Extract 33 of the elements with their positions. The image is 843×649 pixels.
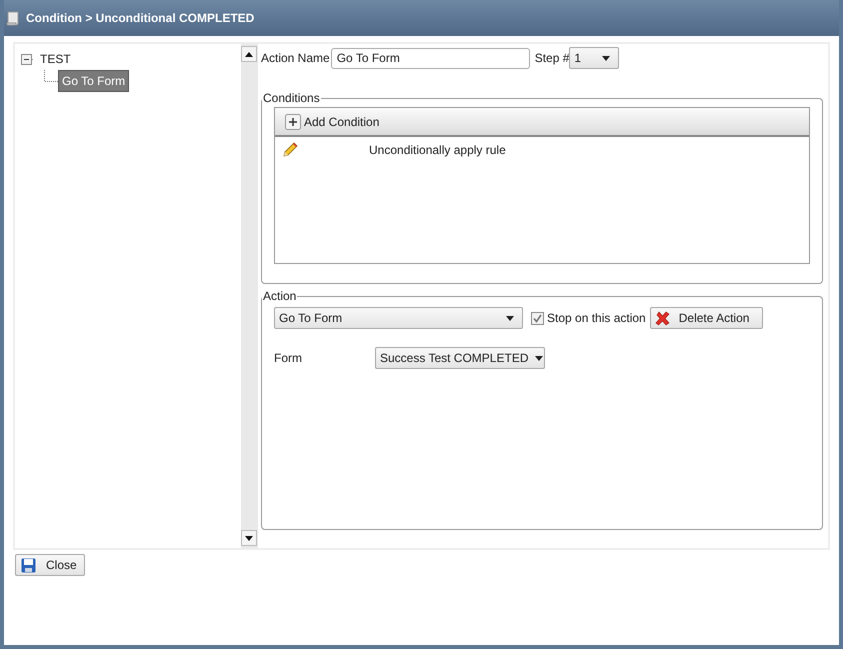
down-arrow-icon — [245, 536, 253, 540]
step-label: Step # — [534, 50, 570, 67]
tree-line-icon — [44, 70, 58, 82]
scroll-icon — [6, 10, 20, 26]
delete-action-button[interactable]: Delete Action — [650, 307, 763, 329]
form-dropdown[interactable]: Success Test COMPLETED — [375, 347, 545, 369]
stop-checkbox-label: Stop on this action — [547, 310, 646, 327]
scroll-down-button[interactable] — [241, 530, 257, 546]
window-title: Condition > Unconditional COMPLETED — [26, 10, 254, 27]
scrollbar[interactable] — [241, 44, 258, 548]
caret-icon — [506, 316, 514, 320]
tree-item[interactable]: Go To Form — [58, 70, 130, 92]
close-button[interactable]: Close — [15, 554, 85, 576]
tree-item[interactable]: TEST — [36, 48, 75, 70]
action-name-field[interactable]: Go To Form — [330, 48, 530, 68]
plus-icon — [285, 114, 301, 130]
step-dropdown[interactable]: 1 — [569, 47, 620, 69]
delete-cross-icon — [654, 310, 670, 326]
stop-checkbox[interactable] — [531, 312, 544, 324]
condition-text: Unconditionally apply rule — [369, 142, 506, 159]
conditions-legend: Conditions — [262, 89, 321, 107]
add-condition-button[interactable]: Add Condition — [285, 112, 380, 130]
action-name-label: Action Name — [261, 50, 330, 67]
pencil-icon[interactable] — [282, 142, 298, 158]
scroll-up-button[interactable] — [241, 46, 257, 62]
action-legend: Action — [262, 287, 298, 305]
caret-icon — [602, 56, 610, 60]
action-type-dropdown[interactable]: Go To Form — [274, 307, 523, 329]
collapse-icon[interactable] — [21, 54, 34, 64]
caret-icon — [534, 356, 542, 360]
form-label: Form — [274, 350, 303, 367]
check-icon — [533, 314, 542, 322]
up-arrow-icon — [245, 52, 253, 56]
